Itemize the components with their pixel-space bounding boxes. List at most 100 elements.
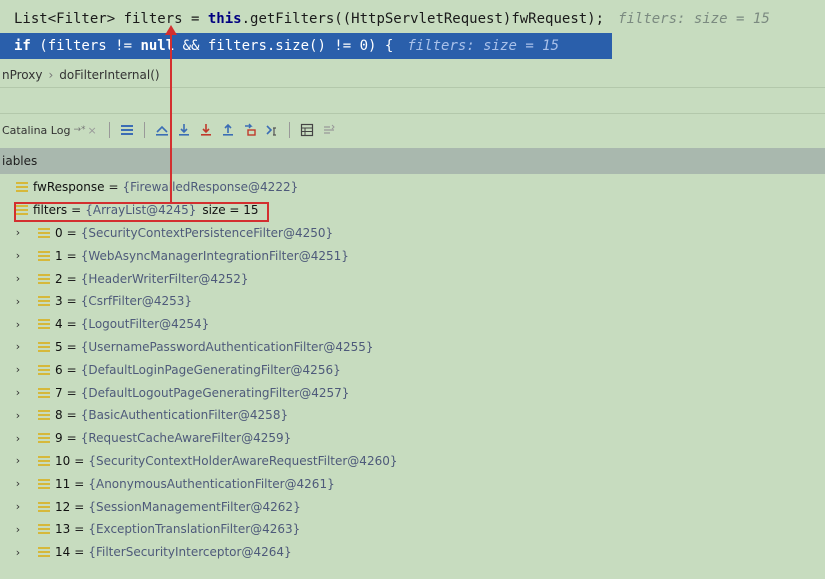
list-item[interactable]: › 11 = {AnonymousAuthenticationFilter@4261} [0, 472, 825, 495]
list-item[interactable]: › 6 = {DefaultLoginPageGeneratingFilter@425… [0, 358, 825, 381]
list-item[interactable]: › 9 = {RequestCacheAwareFilter@4259} [0, 427, 825, 450]
chevron-right-icon[interactable]: › [12, 340, 24, 353]
equals-sign: = [74, 499, 85, 514]
variable-name: filters [33, 203, 68, 218]
step-out-icon[interactable] [217, 119, 239, 141]
variable-name: 0 [55, 225, 63, 240]
list-item[interactable]: › 10 = {SecurityContextHolderAwareRequestFi… [0, 450, 825, 473]
list-icon[interactable] [116, 119, 138, 141]
divider [0, 87, 825, 88]
list-item[interactable]: › 5 = {UsernamePasswordAuthenticationFilter… [0, 336, 825, 359]
variable-value: {SessionManagementFilter@4262} [88, 499, 301, 514]
step-into-icon[interactable] [195, 119, 217, 141]
chevron-right-icon[interactable]: › [12, 249, 24, 262]
chevron-right-icon[interactable]: › [12, 523, 24, 536]
chevron-right-icon[interactable]: › [12, 226, 24, 239]
keyword-this: this [207, 11, 242, 27]
field-icon [16, 205, 28, 216]
step-over-icon[interactable] [173, 119, 195, 141]
chevron-right-icon[interactable]: › [12, 363, 24, 376]
chevron-right-icon[interactable]: › [12, 477, 24, 490]
list-item[interactable]: › 12 = {SessionManagementFilter@4262} [0, 495, 825, 518]
chevron-right-icon[interactable]: › [12, 295, 24, 308]
debug-toolbar: Catalina Log →* × [0, 116, 825, 144]
chevron-right-icon[interactable]: › [12, 454, 24, 467]
field-icon [38, 364, 50, 375]
equals-sign: = [66, 408, 77, 423]
field-icon [38, 410, 50, 421]
list-item[interactable]: › 1 = {WebAsyncManagerIntegrationFilter@425… [0, 244, 825, 267]
chevron-right-icon[interactable]: › [12, 409, 24, 422]
field-icon [38, 227, 50, 238]
variable-value: {ExceptionTranslationFilter@4263} [88, 522, 301, 537]
variables-panel-title: iables [2, 154, 38, 168]
field-icon [38, 455, 50, 466]
chevron-right-icon[interactable]: › [12, 386, 24, 399]
list-item[interactable]: › 2 = {HeaderWriterFilter@4252} [0, 267, 825, 290]
equals-sign: = [74, 453, 85, 468]
variable-value: {RequestCacheAwareFilter@4259} [80, 431, 292, 446]
equals-sign: = [66, 225, 77, 240]
variable-value: {CsrfFilter@4253} [80, 294, 193, 309]
tab-catalina-log[interactable]: Catalina Log →* × [0, 116, 103, 144]
field-icon [38, 433, 50, 444]
variable-name: 5 [55, 339, 63, 354]
list-item[interactable]: › 4 = {LogoutFilter@4254} [0, 313, 825, 336]
toolbar-separator [288, 122, 290, 138]
variable-name: 3 [55, 294, 63, 309]
variables-panel-header: iables [0, 148, 825, 174]
list-item[interactable]: › 3 = {CsrfFilter@4253} [0, 290, 825, 313]
variable-row-fwresponse[interactable]: fwResponse = {FirewalledResponse@4222} [0, 176, 825, 199]
field-icon [38, 387, 50, 398]
breadcrumb-separator: › [48, 68, 54, 82]
list-item[interactable]: › 8 = {BasicAuthenticationFilter@4258} [0, 404, 825, 427]
variable-value: {FilterSecurityInterceptor@4264} [88, 545, 292, 560]
variable-value: {DefaultLogoutPageGeneratingFilter@4257} [80, 385, 350, 400]
variable-value: {AnonymousAuthenticationFilter@4261} [88, 476, 335, 491]
chevron-right-icon[interactable]: › [12, 500, 24, 513]
pin-icon[interactable]: →* [73, 125, 85, 135]
trace-icon[interactable] [318, 119, 340, 141]
list-item[interactable]: › 14 = {FilterSecurityInterceptor@4264} [0, 541, 825, 564]
run-to-cursor-icon[interactable] [261, 119, 283, 141]
variable-name: 14 [55, 545, 71, 560]
list-item[interactable]: › 0 = {SecurityContextPersistenceFilter@425… [0, 222, 825, 245]
drop-frame-icon[interactable] [239, 119, 261, 141]
equals-sign: = [66, 362, 77, 377]
variable-value: {WebAsyncManagerIntegrationFilter@4251} [80, 248, 349, 263]
chevron-right-icon[interactable]: › [12, 318, 24, 331]
code-line-if-check-current[interactable]: if (filters != null && filters.size() !=… [0, 33, 612, 59]
annotation-arrow-head [165, 25, 177, 35]
chevron-right-icon[interactable]: › [12, 546, 24, 559]
variable-name: 2 [55, 271, 63, 286]
variable-name: fwResponse [33, 180, 105, 195]
breadcrumb-item-method[interactable]: doFilterInternal() [59, 68, 159, 82]
equals-sign: = [66, 385, 77, 400]
equals-sign: = [66, 317, 77, 332]
chevron-right-icon[interactable]: › [12, 272, 24, 285]
code-line-filters-declaration[interactable]: List<Filter> filters = this.getFilters((… [0, 6, 825, 32]
variable-value: {UsernamePasswordAuthenticationFilter@42… [80, 339, 374, 354]
divider [0, 113, 825, 114]
evaluate-icon[interactable] [296, 119, 318, 141]
list-item[interactable]: › 7 = {DefaultLogoutPageGeneratingFilter@42… [0, 381, 825, 404]
close-icon[interactable]: × [88, 124, 97, 137]
list-item[interactable]: › 13 = {ExceptionTranslationFilter@4263} [0, 518, 825, 541]
breadcrumb-item-class[interactable]: nProxy [2, 68, 42, 82]
equals-sign: = [66, 431, 77, 446]
equals-sign: = [66, 271, 77, 286]
equals-sign: = [74, 476, 85, 491]
variable-value: {ArrayList@4245} [85, 203, 197, 218]
variable-name: 7 [55, 385, 63, 400]
field-icon [38, 341, 50, 352]
field-icon [38, 296, 50, 307]
chevron-right-icon[interactable]: › [12, 432, 24, 445]
equals-sign: = [74, 522, 85, 537]
variable-row-filters[interactable]: filters = {ArrayList@4245} size = 15 [0, 199, 825, 222]
inline-debug-hint: filters: size = 15 [618, 11, 770, 27]
variable-size: size = 15 [202, 203, 259, 218]
field-icon [38, 250, 50, 261]
equals-sign: = [108, 180, 119, 195]
variable-name: 6 [55, 362, 63, 377]
field-icon [38, 478, 50, 489]
